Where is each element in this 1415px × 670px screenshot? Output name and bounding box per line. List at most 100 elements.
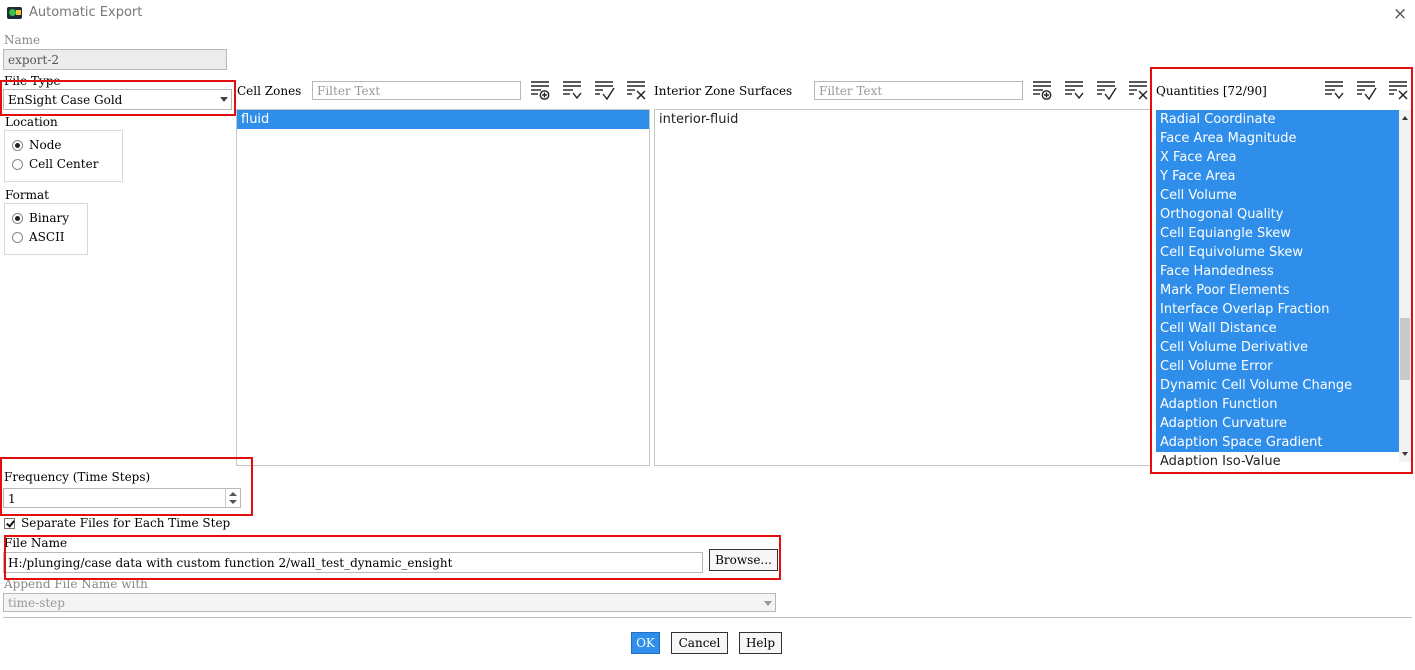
- bottom-divider: [3, 617, 1412, 618]
- radio-node[interactable]: [12, 139, 23, 151]
- quantities-scrollbar[interactable]: [1399, 110, 1411, 462]
- radio-ascii[interactable]: [12, 231, 23, 243]
- format-label: Format: [5, 188, 49, 202]
- select-all-interior-button[interactable]: [1031, 79, 1053, 101]
- list-add-icon: [1033, 81, 1052, 100]
- deselect-interior-button[interactable]: [1127, 79, 1149, 101]
- list-add-icon: [531, 81, 550, 100]
- filter-list-cell-zones-button[interactable]: [561, 79, 583, 101]
- location-group: Node Cell Center: [4, 130, 123, 182]
- chevron-down-icon: [219, 94, 228, 103]
- list-item[interactable]: Radial Coordinate: [1156, 110, 1399, 129]
- append-label: Append File Name with: [4, 577, 148, 591]
- append-select[interactable]: time-step: [3, 593, 776, 612]
- location-option-cell-center[interactable]: Cell Center: [12, 157, 98, 171]
- list-item[interactable]: interior-fluid: [655, 110, 1151, 129]
- list-check-icon: [595, 81, 615, 101]
- file-name-field[interactable]: H:/plunging/case data with custom functi…: [3, 552, 703, 573]
- name-label: Name: [4, 33, 41, 47]
- frequency-value: 1: [8, 492, 16, 506]
- list-item[interactable]: Cell Wall Distance: [1156, 319, 1399, 338]
- format-option-binary[interactable]: Binary: [12, 211, 69, 225]
- scroll-up-icon[interactable]: [1402, 116, 1408, 120]
- cell-zones-list[interactable]: fluid: [236, 109, 650, 466]
- check-all-interior-button[interactable]: [1095, 79, 1117, 101]
- interior-zones-filter[interactable]: Filter Text: [814, 81, 1023, 100]
- ok-button[interactable]: OK: [631, 632, 660, 654]
- list-filter-icon: [1065, 81, 1084, 100]
- separate-files-checkbox[interactable]: [4, 517, 15, 529]
- interior-zones-filter-placeholder: Filter Text: [819, 84, 883, 98]
- select-all-cell-zones-button[interactable]: [529, 79, 551, 101]
- help-button[interactable]: Help: [739, 632, 782, 654]
- radio-binary-label: Binary: [29, 211, 70, 225]
- scroll-thumb[interactable]: [1400, 318, 1410, 380]
- check-all-cell-zones-button[interactable]: [593, 79, 615, 101]
- location-option-node[interactable]: Node: [12, 138, 62, 152]
- spin-down-icon[interactable]: [229, 500, 237, 504]
- list-filter-icon: [1325, 81, 1344, 100]
- list-filter-icon: [563, 81, 582, 100]
- list-item[interactable]: Cell Equivolume Skew: [1156, 243, 1399, 262]
- frequency-label: Frequency (Time Steps): [4, 470, 151, 484]
- cell-zones-filter-placeholder: Filter Text: [317, 84, 381, 98]
- close-icon[interactable]: ×: [1393, 4, 1407, 24]
- list-item[interactable]: Mark Poor Elements: [1156, 281, 1399, 300]
- radio-cell-center-label: Cell Center: [29, 157, 99, 171]
- file-type-label: File Type: [4, 74, 61, 88]
- list-check-icon: [1357, 81, 1377, 101]
- file-type-value: EnSight Case Gold: [8, 93, 123, 107]
- list-item[interactable]: Dynamic Cell Volume Change: [1156, 376, 1399, 395]
- interior-zones-list[interactable]: interior-fluid: [654, 109, 1152, 466]
- cell-zones-filter[interactable]: Filter Text: [312, 81, 521, 100]
- spin-buttons[interactable]: [225, 489, 240, 507]
- separate-files-label: Separate Files for Each Time Step: [21, 516, 231, 530]
- list-item[interactable]: Face Handedness: [1156, 262, 1399, 281]
- list-item[interactable]: X Face Area: [1156, 148, 1399, 167]
- deselect-cell-zones-button[interactable]: [625, 79, 647, 101]
- list-item[interactable]: Adaption Space Gradient: [1156, 433, 1399, 452]
- list-item[interactable]: Face Area Magnitude: [1156, 129, 1399, 148]
- list-item[interactable]: fluid: [237, 110, 649, 129]
- list-item[interactable]: Y Face Area: [1156, 167, 1399, 186]
- list-item[interactable]: Cell Volume Error: [1156, 357, 1399, 376]
- format-option-ascii[interactable]: ASCII: [12, 230, 65, 244]
- radio-binary[interactable]: [12, 212, 23, 224]
- deselect-quantities-button[interactable]: [1387, 79, 1409, 101]
- radio-node-label: Node: [29, 138, 62, 152]
- browse-button[interactable]: Browse...: [709, 549, 778, 571]
- cancel-button[interactable]: Cancel: [671, 632, 728, 654]
- append-value: time-step: [8, 596, 65, 610]
- chevron-down-icon: [763, 598, 772, 607]
- format-group: Binary ASCII: [4, 203, 88, 255]
- list-item[interactable]: Cell Volume: [1156, 186, 1399, 205]
- quantities-label: Quantities [72/90]: [1156, 84, 1267, 98]
- list-check-icon: [1097, 81, 1117, 101]
- list-item[interactable]: Orthogonal Quality: [1156, 205, 1399, 224]
- list-clear-icon: [1129, 81, 1148, 100]
- spin-up-icon[interactable]: [229, 492, 237, 496]
- scroll-down-icon[interactable]: [1402, 452, 1408, 456]
- list-item[interactable]: Cell Volume Derivative: [1156, 338, 1399, 357]
- filter-list-interior-button[interactable]: [1063, 79, 1085, 101]
- separate-files-option[interactable]: Separate Files for Each Time Step: [4, 516, 230, 530]
- cell-zones-label: Cell Zones: [237, 84, 302, 98]
- list-item[interactable]: Adaption Iso-Value: [1156, 452, 1399, 466]
- filter-list-quantities-button[interactable]: [1323, 79, 1345, 101]
- list-clear-icon: [627, 81, 646, 100]
- window-title: Automatic Export: [29, 5, 143, 20]
- list-clear-icon: [1389, 81, 1408, 100]
- frequency-stepper[interactable]: 1: [3, 488, 241, 508]
- file-type-select[interactable]: EnSight Case Gold: [3, 89, 232, 110]
- list-item[interactable]: Cell Equiangle Skew: [1156, 224, 1399, 243]
- quantities-list[interactable]: Radial Coordinate Face Area Magnitude X …: [1156, 110, 1399, 466]
- app-icon: [7, 7, 22, 19]
- radio-ascii-label: ASCII: [29, 230, 65, 244]
- name-field[interactable]: export-2: [3, 49, 227, 70]
- list-item[interactable]: Adaption Curvature: [1156, 414, 1399, 433]
- location-label: Location: [5, 115, 58, 129]
- list-item[interactable]: Interface Overlap Fraction: [1156, 300, 1399, 319]
- radio-cell-center[interactable]: [12, 158, 23, 170]
- check-all-quantities-button[interactable]: [1355, 79, 1377, 101]
- list-item[interactable]: Adaption Function: [1156, 395, 1399, 414]
